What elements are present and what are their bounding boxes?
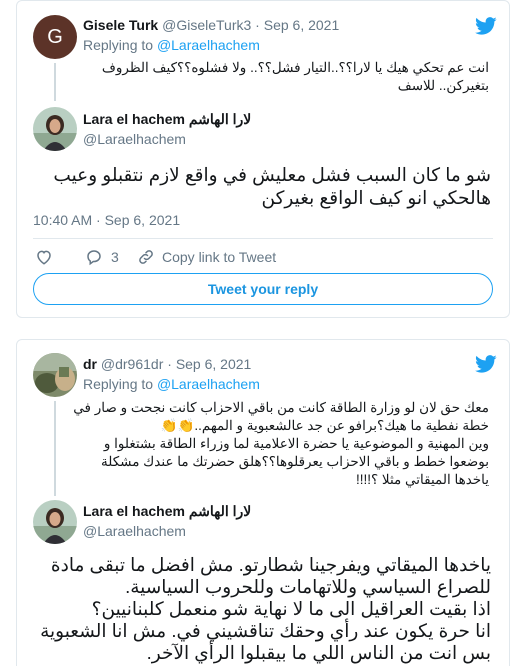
author-handle[interactable]: @dr961dr <box>101 356 163 372</box>
text-line: ياخدها الميقاتي ويفرجينا شطارتو. مش افضل… <box>50 554 491 575</box>
separator-dot: · <box>167 356 172 372</box>
text-line: بس انت من الناس اللي ما بيقبلوا الرأي ال… <box>146 642 491 663</box>
reply1-author-handle[interactable]: @Laraelhachem <box>83 131 186 147</box>
text-line: خطة نفطية ما هيك؟برافو عن جد عالشعبوية و… <box>160 418 489 433</box>
link-icon <box>139 250 153 264</box>
reply2-text: ياخدها الميقاتي ويفرجينا شطارتو. مش افضل… <box>21 554 491 664</box>
tweet-card-2: dr @dr961dr · Sep 6, 2021 Replying to @L… <box>16 339 510 666</box>
reply1-author-name[interactable]: Lara el hachem لارا الهاشم <box>83 111 251 128</box>
text-line: بتغيركن.. للاسف <box>397 78 489 93</box>
copy-link-action[interactable]: Copy link to Tweet <box>137 248 276 266</box>
tweet-date[interactable]: Sep 6, 2021 <box>176 356 252 372</box>
text-line: هالحكي انو كيف الواقع بغيركن <box>261 187 491 208</box>
avatar-gisele[interactable]: G <box>33 15 77 59</box>
thread-line <box>54 401 56 496</box>
text-line: اذا بقيت العراقيل الى ما لا نهاية شو منع… <box>91 598 491 619</box>
tweet-date[interactable]: Sep 6, 2021 <box>264 17 340 33</box>
thread-line <box>54 63 56 101</box>
heart-icon <box>37 250 51 265</box>
reply2-author-handle[interactable]: @Laraelhachem <box>83 523 186 539</box>
separator-dot: · <box>255 17 260 33</box>
text-line: ياخدها الميقاتي مثلا ؟!!!! <box>355 472 489 487</box>
avatar-letter: G <box>47 25 63 48</box>
reply-action[interactable]: 3 <box>85 248 119 266</box>
tweet-your-reply-button[interactable]: Tweet your reply <box>33 273 493 305</box>
like-action[interactable] <box>35 248 59 266</box>
reply1-timestamp[interactable]: 10:40 AM · Sep 6, 2021 <box>33 212 180 228</box>
text-line: انت عم تحكي هيك يا لارا؟؟..التيار فشل؟؟.… <box>101 60 489 75</box>
replying-to: Replying to @Laraelhachem <box>83 376 260 392</box>
text-line: معك حق لان لو وزارة الطاقة كانت من باقي … <box>73 400 489 415</box>
reply-bubble-icon <box>87 250 101 266</box>
tweet-card-1: G Gisele Turk @GiseleTurk3 · Sep 6, 2021… <box>16 0 510 318</box>
reply1-text: شو ما كان السبب فشل معليش في واقع لازم ن… <box>31 163 491 209</box>
replying-prefix: Replying to <box>83 37 154 53</box>
author-handle[interactable]: @GiseleTurk3 <box>162 17 251 33</box>
text-line: شو ما كان السبب فشل معليش في واقع لازم ن… <box>53 164 491 185</box>
tweet1-text: انت عم تحكي هيك يا لارا؟؟..التيار فشل؟؟.… <box>69 59 489 95</box>
replying-handle[interactable]: @Laraelhachem <box>157 376 260 392</box>
replying-handle[interactable]: @Laraelhachem <box>157 37 260 53</box>
text-line: انا حرة يكون عند رأي وحقك تناقشيني في. م… <box>40 620 491 641</box>
divider <box>33 238 493 239</box>
text-line: بوضعوا خطط و باقي الاحزاب يعرقلوها؟؟هلق … <box>100 454 489 469</box>
author-name[interactable]: dr <box>83 356 97 372</box>
avatar-dr[interactable] <box>33 353 77 397</box>
replying-to: Replying to @Laraelhachem <box>83 37 260 53</box>
copy-link-label: Copy link to Tweet <box>162 249 277 265</box>
text-line: وين المهنية و الموضوعية يا حضرة الاعلامي… <box>103 436 489 451</box>
tweet2-text: معك حق لان لو وزارة الطاقة كانت من باقي … <box>59 399 489 489</box>
text-line: للصراع السياسي وللاتهامات وللحروب السياس… <box>125 576 491 597</box>
avatar-lara[interactable] <box>33 107 77 151</box>
twitter-bird-icon[interactable] <box>475 15 497 37</box>
tweet1-header: Gisele Turk @GiseleTurk3 · Sep 6, 2021 <box>83 17 339 33</box>
reply2-author-name[interactable]: Lara el hachem لارا الهاشم <box>83 503 251 520</box>
replying-prefix: Replying to <box>83 376 154 392</box>
avatar-lara[interactable] <box>33 500 77 544</box>
tweet2-header: dr @dr961dr · Sep 6, 2021 <box>83 356 251 372</box>
twitter-bird-icon[interactable] <box>475 353 497 375</box>
author-name[interactable]: Gisele Turk <box>83 17 158 33</box>
reply-count: 3 <box>111 249 119 265</box>
